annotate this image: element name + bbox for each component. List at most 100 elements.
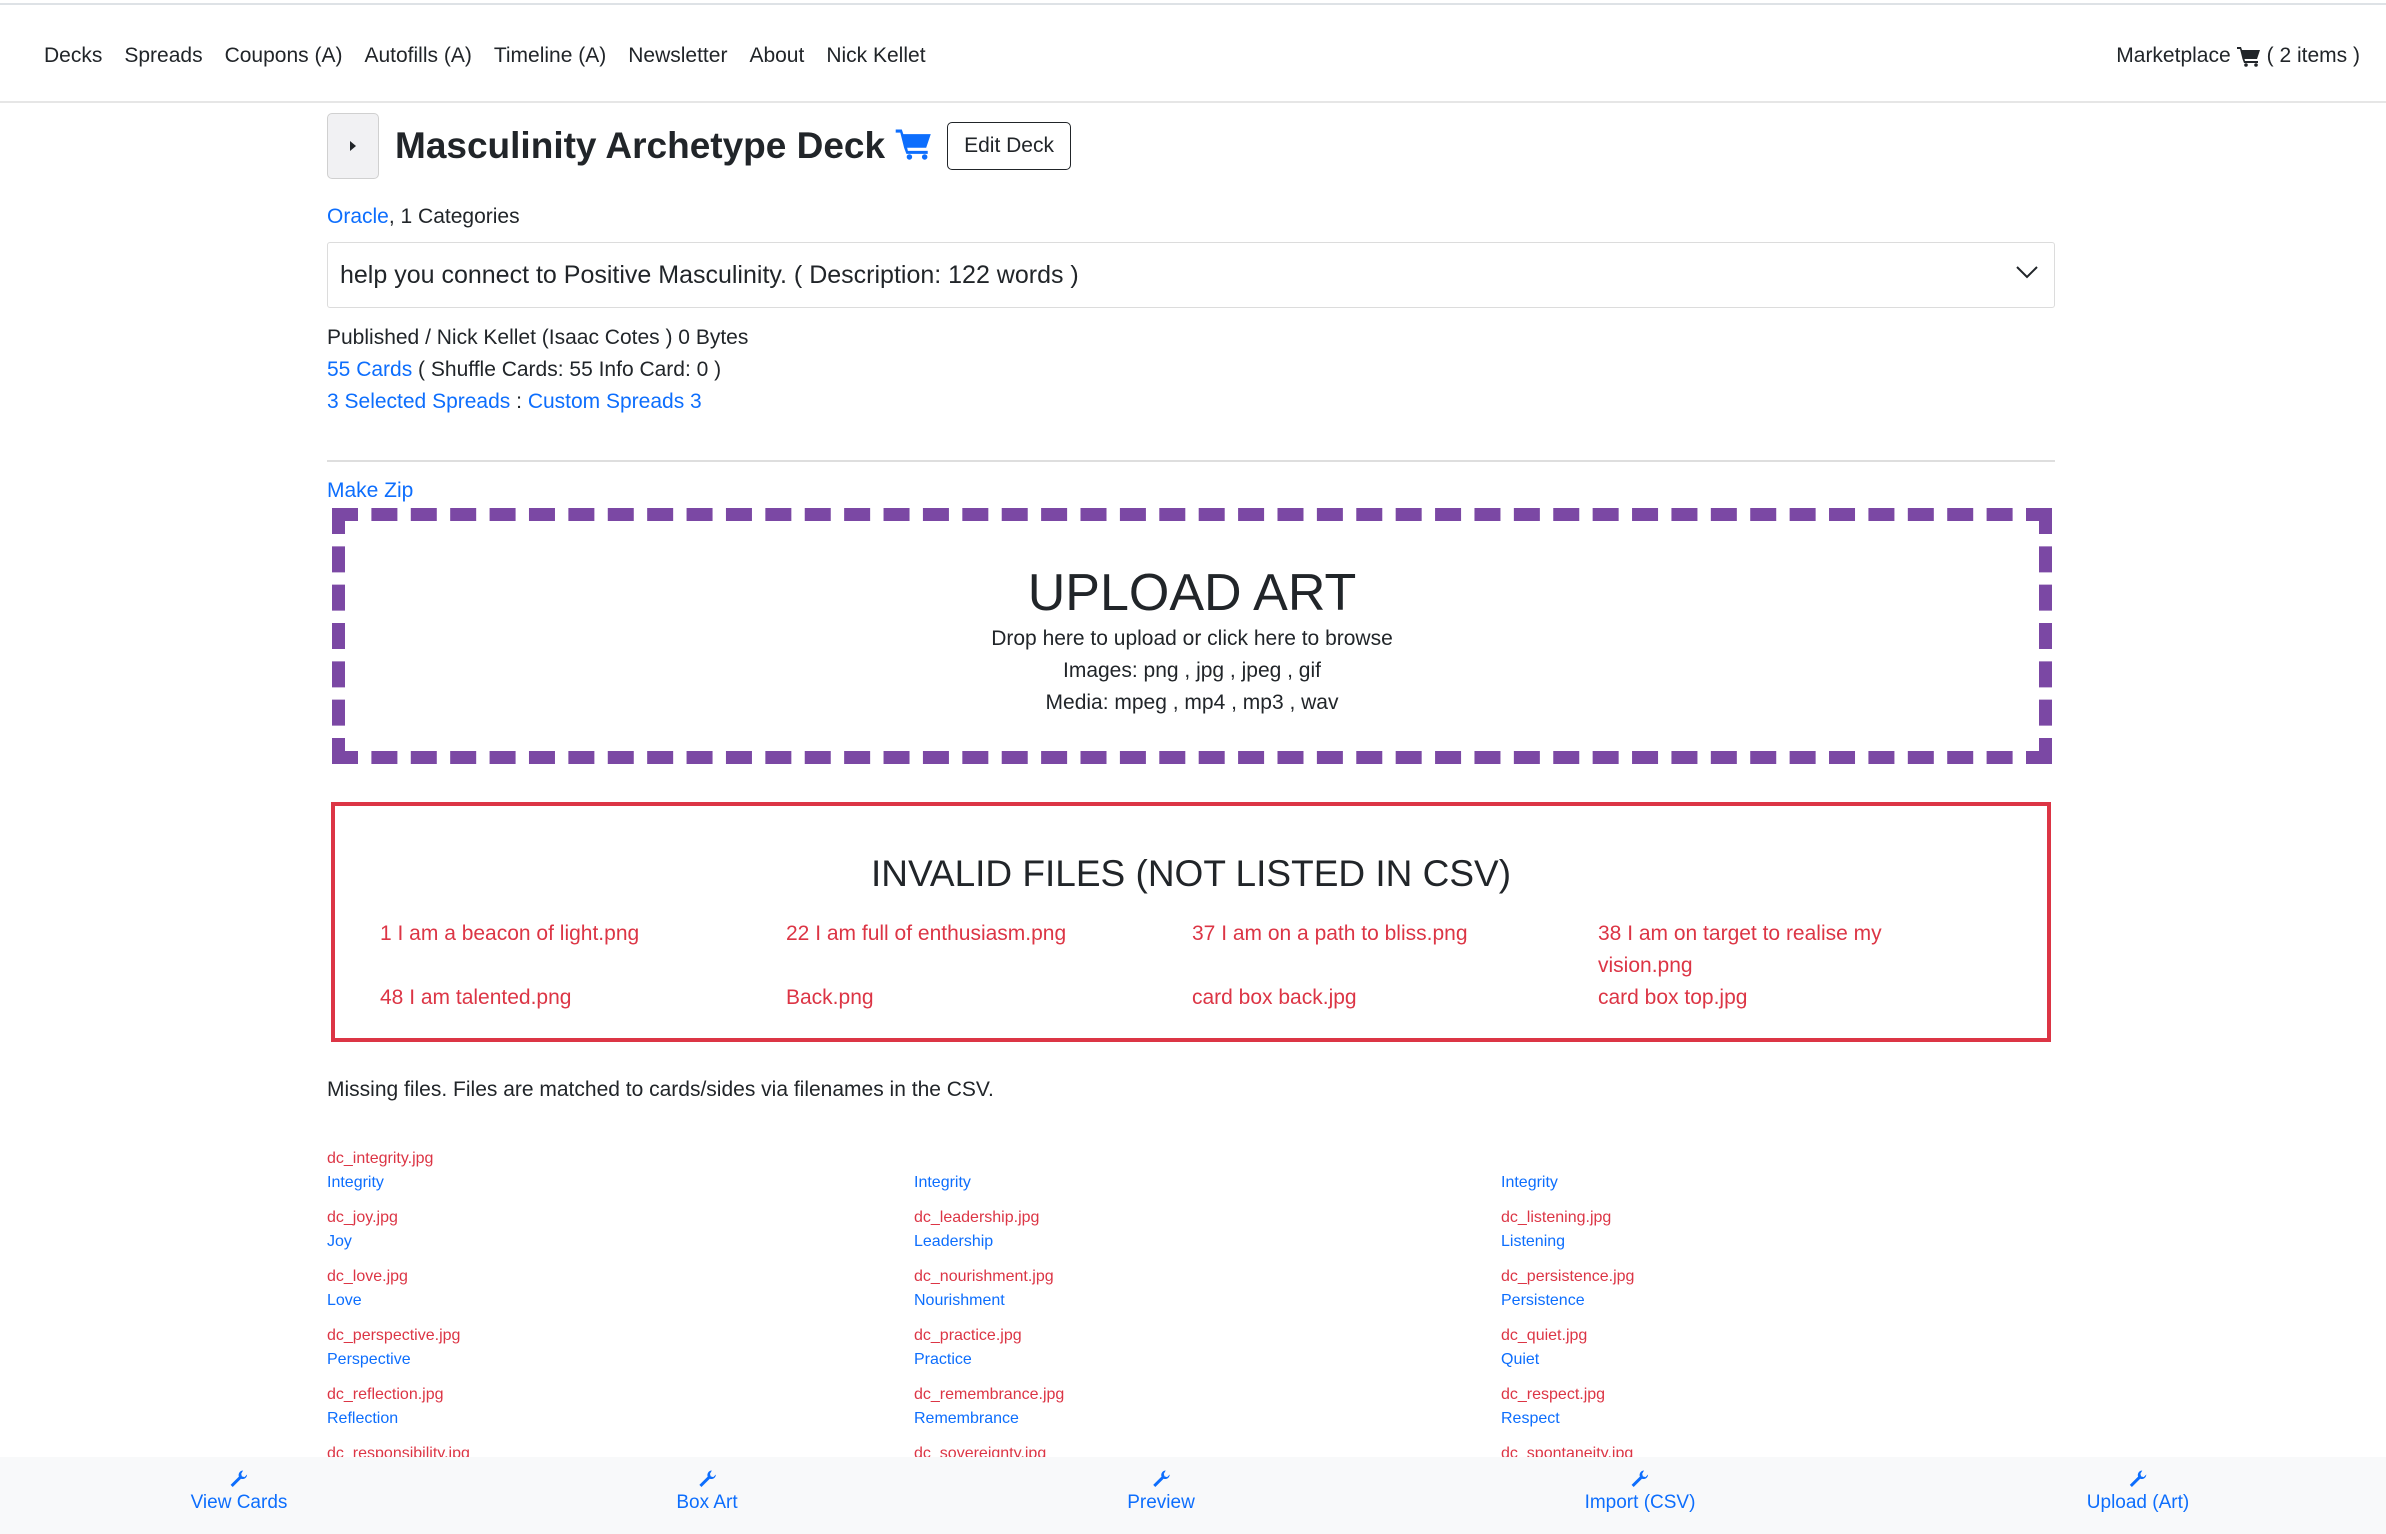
title-row: Masculinity Archetype Deck Edit Deck [327, 108, 2055, 184]
missing-filename [914, 1147, 1501, 1171]
category-link[interactable]: Oracle [327, 205, 389, 228]
card-link[interactable]: Leadership [914, 1230, 1501, 1254]
missing-filename: dc_listening.jpg [1501, 1209, 1612, 1226]
cards-link[interactable]: 55 Cards [327, 358, 412, 381]
missing-file-item: dc_perspective.jpg Perspective [327, 1324, 914, 1383]
make-zip-link[interactable]: Make Zip [327, 476, 413, 506]
nav-coupons[interactable]: Coupons (A) [225, 41, 343, 71]
cart-icon [2236, 46, 2261, 67]
invalid-files-panel: INVALID FILES (NOT LISTED IN CSV) 1 I am… [331, 802, 2051, 1042]
nav-decks[interactable]: Decks [44, 41, 102, 71]
description-text: help you connect to Positive Masculinity… [340, 260, 1079, 289]
upload-title: UPLOAD ART [1027, 564, 1357, 622]
sidebar-toggle-button[interactable] [327, 113, 379, 179]
nav-timeline[interactable]: Timeline (A) [494, 41, 606, 71]
card-link[interactable]: Quiet [1501, 1348, 2055, 1372]
add-to-cart-icon[interactable] [895, 128, 933, 165]
card-link[interactable]: Love [327, 1289, 914, 1313]
edit-deck-button[interactable]: Edit Deck [947, 122, 1071, 170]
spreads-separator: : [510, 390, 528, 413]
top-navbar: Decks Spreads Coupons (A) Autofills (A) … [0, 5, 2386, 103]
missing-file-item: dc_persistence.jpg Persistence [1501, 1265, 2055, 1324]
marketplace-label: Marketplace [2116, 44, 2231, 67]
upload-image-types: Images: png , jpg , jpeg , gif [1063, 659, 1321, 682]
nav-about[interactable]: About [749, 41, 804, 71]
divider [327, 460, 2055, 462]
missing-file-item: dc_leadership.jpg Leadership [914, 1206, 1501, 1265]
invalid-file: 38 I am on target to realise my vision.p… [1598, 922, 1882, 977]
wrench-icon [699, 1470, 716, 1487]
preview-button[interactable]: Preview [1127, 1469, 1195, 1515]
missing-file-item: Integrity [1501, 1147, 2055, 1206]
missing-files-grid: dc_integrity.jpg Integrity Integrity Inte… [327, 1147, 2055, 1501]
missing-file-item: dc_listening.jpg Listening [1501, 1206, 2055, 1265]
cart-count: ( 2 items ) [2266, 44, 2360, 67]
missing-filename: dc_quiet.jpg [1501, 1327, 1588, 1344]
caret-right-icon [350, 141, 356, 151]
published-line: Published / Nick Kellet (Isaac Cotes ) 0… [327, 326, 749, 349]
missing-file-item: dc_respect.jpg Respect [1501, 1383, 2055, 1442]
missing-file-item: dc_practice.jpg Practice [914, 1324, 1501, 1383]
missing-file-item: dc_remembrance.jpg Remembrance [914, 1383, 1501, 1442]
invalid-file: 37 I am on a path to bliss.png [1192, 922, 1468, 945]
missing-filename: dc_leadership.jpg [914, 1209, 1040, 1226]
card-link[interactable]: Reflection [327, 1407, 914, 1431]
nav-autofills[interactable]: Autofills (A) [364, 41, 471, 71]
custom-spreads-link[interactable]: Custom Spreads 3 [528, 390, 702, 413]
view-cards-button[interactable]: View Cards [190, 1469, 288, 1515]
missing-filename: dc_reflection.jpg [327, 1386, 444, 1403]
upload-art-label: Upload (Art) [2086, 1492, 2190, 1513]
preview-label: Preview [1127, 1492, 1195, 1513]
card-link[interactable]: Listening [1501, 1230, 2055, 1254]
cards-detail: ( Shuffle Cards: 55 Info Card: 0 ) [412, 358, 722, 381]
categories-line: Oracle, 1 Categories [327, 202, 2055, 232]
wrench-icon [1631, 1470, 1649, 1487]
deck-title: Masculinity Archetype Deck [395, 125, 886, 166]
missing-file-item: dc_joy.jpg Joy [327, 1206, 914, 1265]
import-csv-button[interactable]: Import (CSV) [1584, 1469, 1696, 1515]
card-link[interactable]: Perspective [327, 1348, 914, 1372]
missing-filename: dc_perspective.jpg [327, 1327, 461, 1344]
wrench-icon [1152, 1470, 1170, 1487]
card-link[interactable]: Remembrance [914, 1407, 1501, 1431]
upload-art-dropzone[interactable]: UPLOAD ART Drop here to upload or click … [332, 508, 2052, 764]
card-link[interactable]: Integrity [327, 1171, 914, 1195]
nav-links: Decks Spreads Coupons (A) Autofills (A) … [44, 41, 948, 71]
missing-filename: dc_nourishment.jpg [914, 1268, 1054, 1285]
wrench-icon [2129, 1470, 2147, 1487]
categories-count: , 1 Categories [388, 205, 520, 228]
card-link[interactable]: Respect [1501, 1407, 2055, 1431]
missing-files-note: Missing files. Files are matched to card… [327, 1078, 994, 1101]
box-art-label: Box Art [676, 1492, 738, 1513]
missing-file-item: Integrity [914, 1147, 1501, 1206]
box-art-button[interactable]: Box Art [676, 1469, 738, 1515]
marketplace-cart-link[interactable]: Marketplace ( 2 items ) [2116, 41, 2360, 71]
nav-newsletter[interactable]: Newsletter [628, 41, 727, 71]
invalid-file: 22 I am full of enthusiasm.png [786, 922, 1067, 945]
bottom-action-bar: View Cards Box Art Preview Import (CSV) … [0, 1457, 2386, 1534]
description-accordion[interactable]: help you connect to Positive Masculinity… [327, 242, 2055, 308]
nav-user[interactable]: Nick Kellet [826, 41, 925, 71]
nav-spreads[interactable]: Spreads [124, 41, 202, 71]
missing-file-item: dc_nourishment.jpg Nourishment [914, 1265, 1501, 1324]
invalid-files-list: 1 I am a beacon of light.png 22 I am ful… [380, 918, 2000, 1014]
card-link[interactable]: Joy [327, 1230, 914, 1254]
invalid-file: 48 I am talented.png [380, 986, 572, 1009]
card-link[interactable]: Integrity [914, 1171, 1501, 1195]
selected-spreads-link[interactable]: 3 Selected Spreads [327, 390, 510, 413]
view-cards-label: View Cards [190, 1492, 288, 1513]
cards-line: 55 Cards ( Shuffle Cards: 55 Info Card: … [327, 354, 2055, 386]
card-link[interactable]: Integrity [1501, 1171, 2055, 1195]
card-link[interactable]: Practice [914, 1348, 1501, 1372]
card-link[interactable]: Persistence [1501, 1289, 2055, 1313]
missing-filename: dc_remembrance.jpg [914, 1386, 1065, 1403]
spreads-line: 3 Selected Spreads : Custom Spreads 3 [327, 386, 2055, 418]
import-csv-label: Import (CSV) [1584, 1492, 1696, 1513]
missing-filename: dc_love.jpg [327, 1268, 408, 1285]
missing-file-item: dc_quiet.jpg Quiet [1501, 1324, 2055, 1383]
chevron-down-icon [2016, 266, 2038, 279]
wrench-icon [231, 1470, 248, 1487]
card-link[interactable]: Nourishment [914, 1289, 1501, 1313]
missing-filename: dc_respect.jpg [1501, 1386, 1606, 1403]
upload-art-button[interactable]: Upload (Art) [2087, 1469, 2189, 1515]
